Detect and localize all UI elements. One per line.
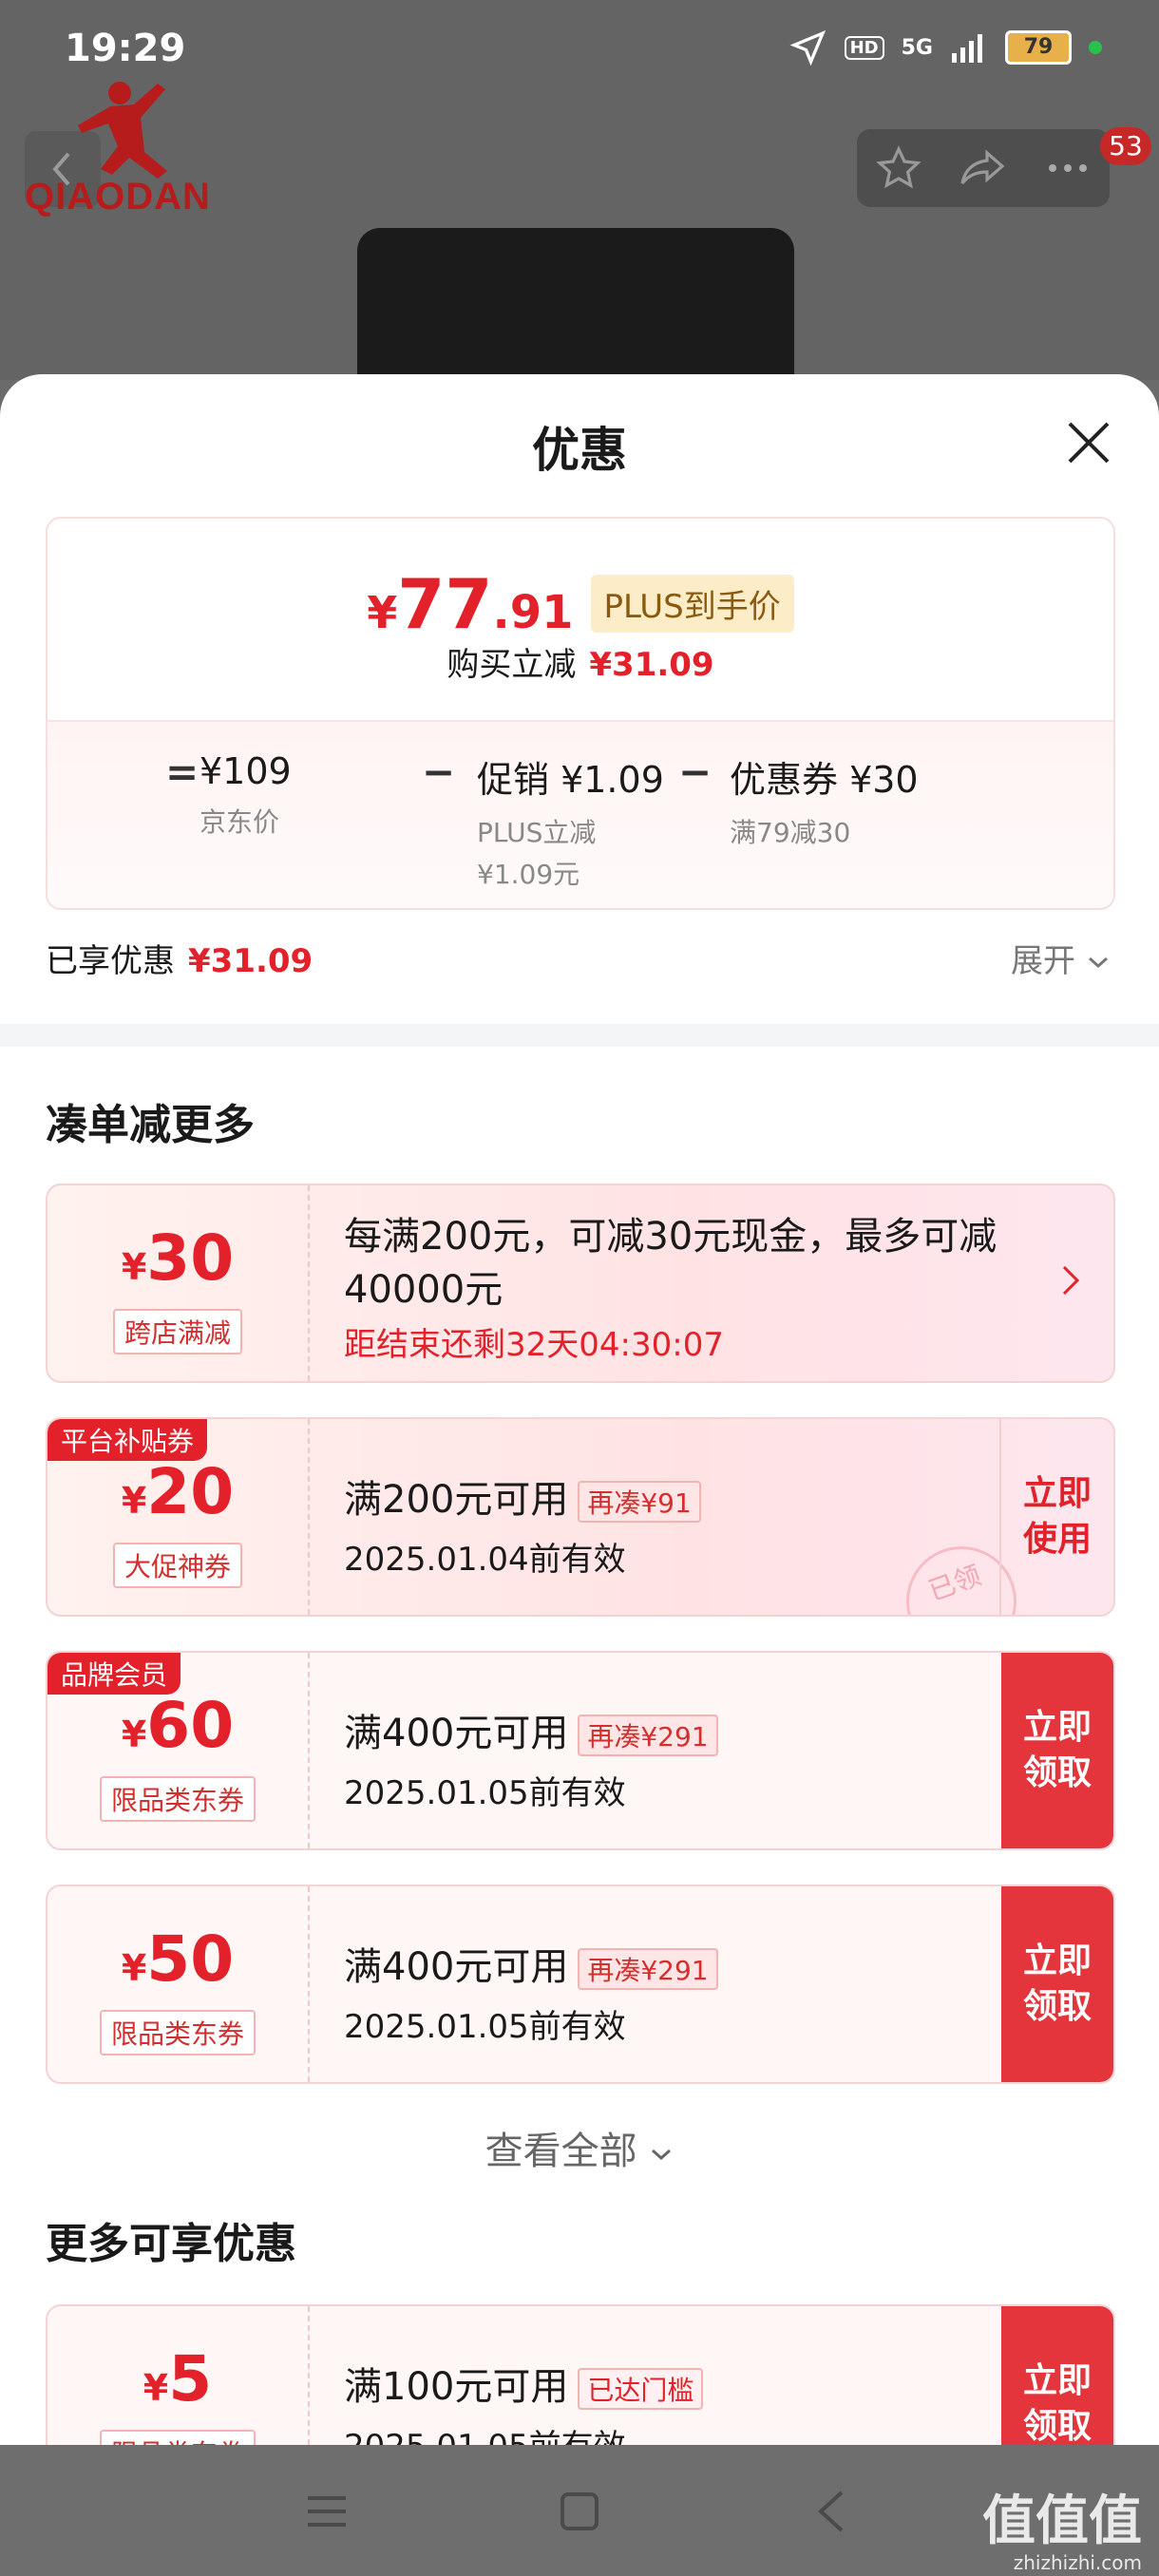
use-now-button[interactable]: 立即 使用	[999, 1419, 1113, 1615]
section-divider	[0, 1024, 1159, 1047]
coupon-amount: ¥5	[142, 2342, 213, 2415]
star-icon[interactable]	[875, 145, 922, 191]
brand-logo: QIAODAN	[25, 76, 234, 218]
back-icon[interactable]	[813, 2489, 851, 2534]
expand-button[interactable]: 展开	[1011, 935, 1111, 981]
header-actions	[857, 129, 1110, 207]
jd-price: ¥109 京东价	[200, 750, 292, 838]
hd-icon: HD	[844, 35, 884, 60]
coupon-card[interactable]: ¥60 限品类东券 品牌会员 满400元可用 再凑¥291 2025.01.05前…	[46, 1651, 1115, 1850]
product-image	[357, 228, 794, 389]
coupon-amount: ¥20	[121, 1455, 235, 1528]
chevron-down-icon	[652, 2149, 672, 2161]
section-title: 更多可享优惠	[46, 2220, 296, 2268]
coupon-discount: 优惠券 ¥30 满79减30	[730, 759, 919, 848]
coupon-validity: 2025.01.04前有效	[344, 1541, 626, 1579]
coupon-gap-chip: 再凑¥91	[578, 1481, 701, 1523]
promo-amount: ¥30	[121, 1222, 235, 1295]
coupon-gap-chip: 再凑¥291	[578, 1948, 718, 1990]
coupon-condition: 满400元可用 再凑¥291	[344, 1936, 718, 1991]
final-price: ¥77.91	[367, 564, 574, 644]
section-title: 凑单减更多	[46, 1101, 255, 1149]
see-all-button[interactable]: 查看全部	[0, 2120, 1159, 2175]
promo-description: 每满200元，可减30元现金，最多可减40000元	[344, 1215, 998, 1312]
promo-discount: 促销 ¥1.09 PLUS立减 ¥1.09元	[477, 759, 664, 890]
claim-button[interactable]: 立即 领取	[1001, 2306, 1113, 2445]
coupon-validity: 2025.01.05前有效	[344, 1774, 626, 1812]
coupon-condition: 满400元可用 再凑¥291	[344, 1702, 718, 1757]
discount-sheet: 优惠 ¥77.91 PLUS到手价 购买立减 ¥31.09 = ¥109 京东价 −…	[0, 374, 1159, 2445]
price-breakdown: = ¥109 京东价 − 促销 ¥1.09 PLUS立减 ¥1.09元 − 优惠券…	[48, 720, 1113, 908]
watermark: 值值值	[982, 2491, 1142, 2552]
more-icon[interactable]	[1045, 159, 1091, 178]
coupon-card[interactable]: ¥20 大促神券 平台补贴券 满200元可用 再凑¥91 2025.01.04前有…	[46, 1417, 1115, 1617]
plus-price-tag: PLUS到手价	[590, 575, 794, 633]
threshold-chip: 已达门槛	[578, 2368, 704, 2410]
coupon-amount: ¥50	[121, 1923, 235, 1996]
cross-store-promo[interactable]: ¥30 跨店满减 每满200元，可减30元现金，最多可减40000元 距结束还剩…	[46, 1184, 1115, 1383]
coupon-card[interactable]: ¥5 限品类东券 满100元可用已达门槛 2025.01.05前有效 立即领取	[46, 2304, 1115, 2445]
price-summary-card: ¥77.91 PLUS到手价 购买立减 ¥31.09 = ¥109 京东价 − 促销…	[46, 517, 1115, 910]
coupon-condition: 满200元可用 再凑¥91	[344, 1468, 701, 1524]
menu-icon[interactable]	[306, 2492, 348, 2530]
claim-button[interactable]: 立即 领取	[1001, 1653, 1113, 1848]
coupon-card[interactable]: ¥50 限品类东券 满400元可用 再凑¥291 2025.01.05前有效 立即…	[46, 1885, 1115, 2084]
enjoyed-discount: 已享优惠 ¥31.09	[46, 942, 314, 980]
coupon-corner-label: 品牌会员	[48, 1653, 181, 1695]
sheet-title: 优惠	[532, 423, 627, 478]
system-nav-bar: 值值值 zhizhizhi.com	[0, 2445, 1159, 2576]
instant-discount: 购买立减 ¥31.09	[446, 646, 714, 684]
watermark-url: zhizhizhi.com	[1013, 2551, 1142, 2574]
coupon-validity: 2025.01.05前有效	[344, 2008, 626, 2046]
equals-sign: =	[165, 748, 200, 795]
close-icon[interactable]	[1062, 416, 1115, 469]
status-dot	[1089, 41, 1102, 54]
share-icon[interactable]	[959, 145, 1008, 191]
location-icon	[789, 29, 826, 66]
promo-countdown: 距结束还剩32天04:30:07	[344, 1326, 724, 1364]
coupon-condition: 满100元可用 已达门槛	[344, 2356, 704, 2411]
minus-sign: −	[422, 748, 456, 795]
coupon-validity: 2025.01.05前有效	[344, 2420, 703, 2445]
logo-text: QIAODAN	[25, 176, 211, 218]
jumping-player-icon	[78, 82, 167, 179]
cart-badge: 53	[1100, 127, 1151, 165]
minus-sign: −	[678, 748, 712, 795]
coupon-amount: ¥60	[121, 1689, 235, 1762]
promo-tag: 跨店满减	[112, 1309, 243, 1354]
network-label: 5G	[901, 35, 933, 60]
home-icon[interactable]	[559, 2491, 600, 2532]
claim-button[interactable]: 立即 领取	[1001, 1886, 1113, 2082]
chevron-right-icon	[1062, 1265, 1080, 1296]
coupon-tag: 大促神券	[112, 1543, 243, 1588]
signal-icon	[952, 34, 982, 63]
coupon-gap-chip: 再凑¥291	[578, 1714, 718, 1756]
coupon-tag: 限品类东券	[99, 2430, 256, 2445]
status-time: 19:29	[65, 27, 186, 70]
battery-icon: 79	[1005, 30, 1072, 65]
coupon-tag: 限品类东券	[99, 1776, 256, 1822]
coupon-corner-label: 平台补贴券	[48, 1419, 208, 1461]
chevron-down-icon	[1088, 957, 1108, 969]
coupon-tag: 限品类东券	[99, 2010, 256, 2055]
